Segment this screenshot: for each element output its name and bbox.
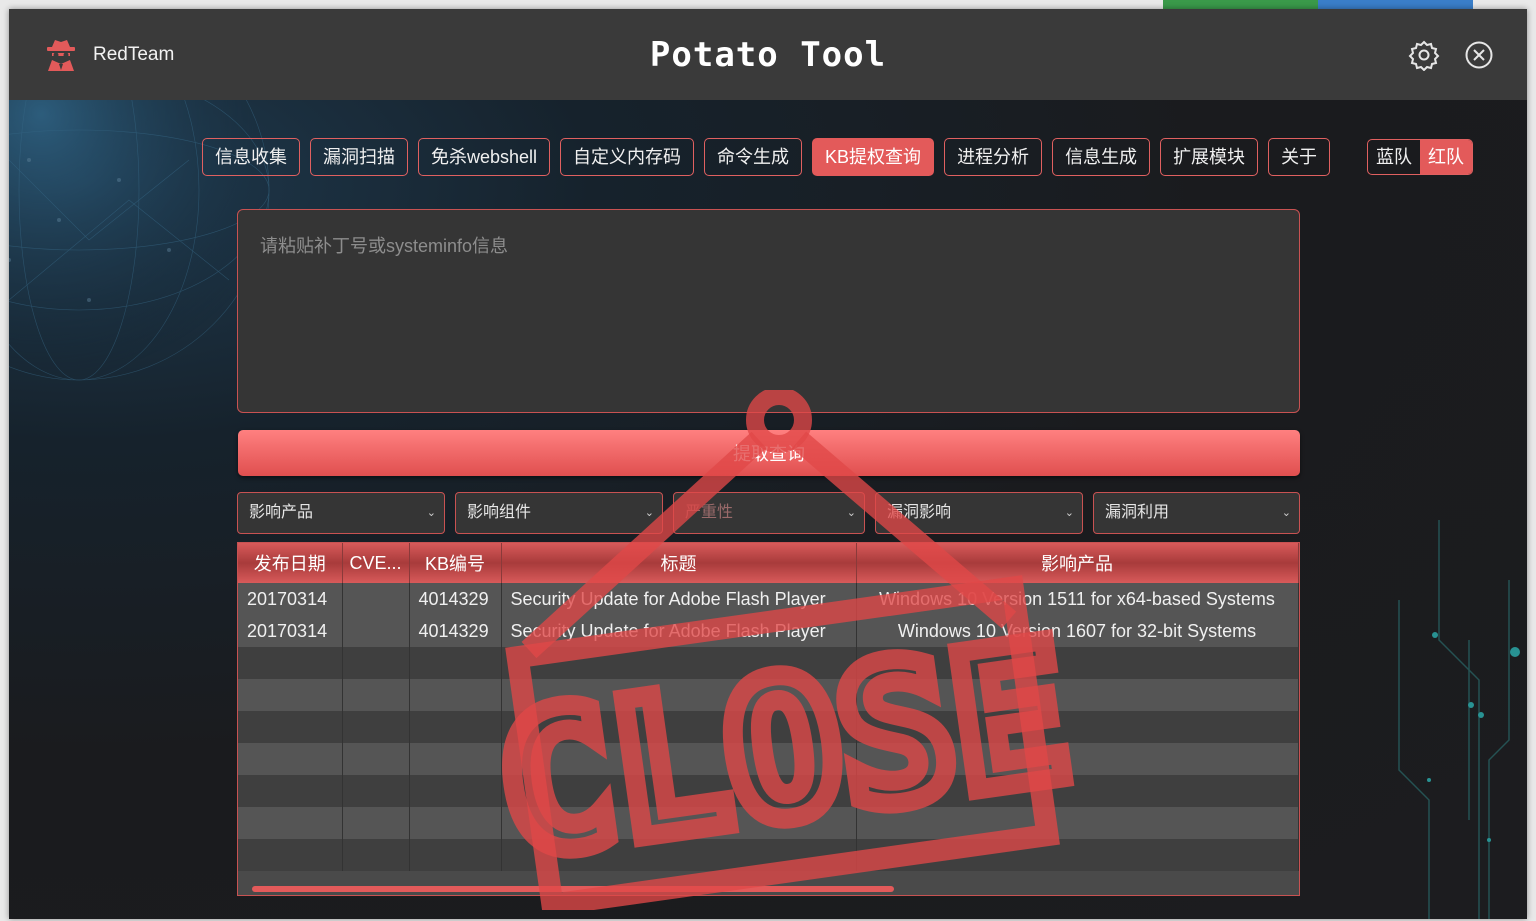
filter-severity[interactable]: 严重性 ⌄ (673, 492, 865, 534)
filter-exploit[interactable]: 漏洞利用 ⌄ (1093, 492, 1300, 534)
table-row[interactable]: 20170314 4014329 Security Update for Ado… (238, 615, 1299, 647)
col-affected-product[interactable]: 影响产品 (856, 543, 1299, 583)
tab-process-analysis[interactable]: 进程分析 (944, 138, 1043, 176)
chevron-down-icon: ⌄ (1064, 507, 1074, 519)
results-table[interactable]: 发布日期 CVE... KB编号 标题 影响产品 20170314 401432… (237, 542, 1300, 896)
systeminfo-input[interactable] (237, 209, 1300, 413)
horizontal-scrollbar[interactable] (252, 886, 894, 892)
query-button[interactable]: 提取查询 (238, 430, 1300, 476)
cell-kb: 4014329 (409, 583, 502, 615)
table-row-empty (238, 679, 1299, 711)
table-row-empty (238, 647, 1299, 679)
cell-title: Security Update for Adobe Flash Player (501, 615, 857, 647)
main-content: 信息收集 漏洞扫描 免杀webshell 自定义内存码 命令生成 KB提权查询 … (9, 100, 1527, 919)
app-title: Potato Tool (649, 35, 887, 75)
cell-title: Security Update for Adobe Flash Player (501, 583, 857, 615)
col-cve[interactable]: CVE... (342, 543, 410, 583)
table-row-empty (238, 839, 1299, 871)
blue-team-toggle[interactable]: 蓝队 (1368, 140, 1420, 174)
tab-vuln-scan[interactable]: 漏洞扫描 (310, 138, 408, 176)
table-row-empty (238, 711, 1299, 743)
filter-product[interactable]: 影响产品 ⌄ (237, 492, 445, 534)
chevron-down-icon: ⌄ (846, 507, 856, 519)
cell-cve (342, 583, 410, 615)
module-tabs: 信息收集 漏洞扫描 免杀webshell 自定义内存码 命令生成 KB提权查询 … (202, 138, 1331, 176)
app-window: RedTeam Potato Tool 信息收集 漏洞扫描 免杀webshell… (9, 9, 1527, 919)
table-row-empty (238, 775, 1299, 807)
tab-memshell[interactable]: 自定义内存码 (560, 138, 695, 176)
close-icon[interactable] (1463, 39, 1495, 71)
filter-component-label: 影响组件 (467, 504, 532, 521)
tab-webshell[interactable]: 免杀webshell (418, 138, 551, 176)
cell-product: Windows 10 Version 1511 for x64-based Sy… (856, 583, 1299, 615)
cell-kb: 4014329 (409, 615, 502, 647)
table-header-row: 发布日期 CVE... KB编号 标题 影响产品 (238, 543, 1299, 583)
filter-impact-label: 漏洞影响 (887, 504, 952, 521)
cell-date: 20170314 (238, 583, 343, 615)
chevron-down-icon: ⌄ (426, 507, 436, 519)
tab-command-gen[interactable]: 命令生成 (704, 138, 803, 176)
chevron-down-icon: ⌄ (1281, 507, 1291, 519)
cell-cve (342, 615, 410, 647)
filter-product-label: 影响产品 (249, 504, 314, 521)
title-bar: RedTeam Potato Tool (9, 9, 1527, 100)
filter-component[interactable]: 影响组件 ⌄ (455, 492, 663, 534)
col-publish-date[interactable]: 发布日期 (238, 543, 343, 583)
team-switch: 蓝队 红队 (1367, 139, 1473, 175)
table-row-empty (238, 807, 1299, 839)
cell-product: Windows 10 Version 1607 for 32-bit Syste… (856, 615, 1299, 647)
circuit-decoration-icon (1398, 520, 1520, 919)
settings-gear-icon[interactable] (1408, 39, 1440, 71)
table-row[interactable]: 20170314 4014329 Security Update for Ado… (238, 583, 1299, 615)
tab-info-collection[interactable]: 信息收集 (202, 138, 300, 176)
table-row-empty (238, 743, 1299, 775)
filter-exploit-label: 漏洞利用 (1105, 504, 1170, 521)
filter-impact[interactable]: 漏洞影响 ⌄ (875, 492, 1083, 534)
filter-severity-label: 严重性 (685, 504, 734, 521)
tab-extensions[interactable]: 扩展模块 (1160, 138, 1259, 176)
col-title[interactable]: 标题 (501, 543, 857, 583)
cell-date: 20170314 (238, 615, 343, 647)
col-kb-number[interactable]: KB编号 (409, 543, 502, 583)
red-team-toggle[interactable]: 红队 (1420, 140, 1472, 174)
chevron-down-icon: ⌄ (644, 507, 654, 519)
tab-info-gen[interactable]: 信息生成 (1052, 138, 1151, 176)
tab-about[interactable]: 关于 (1268, 138, 1331, 176)
tab-kb-query[interactable]: KB提权查询 (812, 138, 935, 176)
